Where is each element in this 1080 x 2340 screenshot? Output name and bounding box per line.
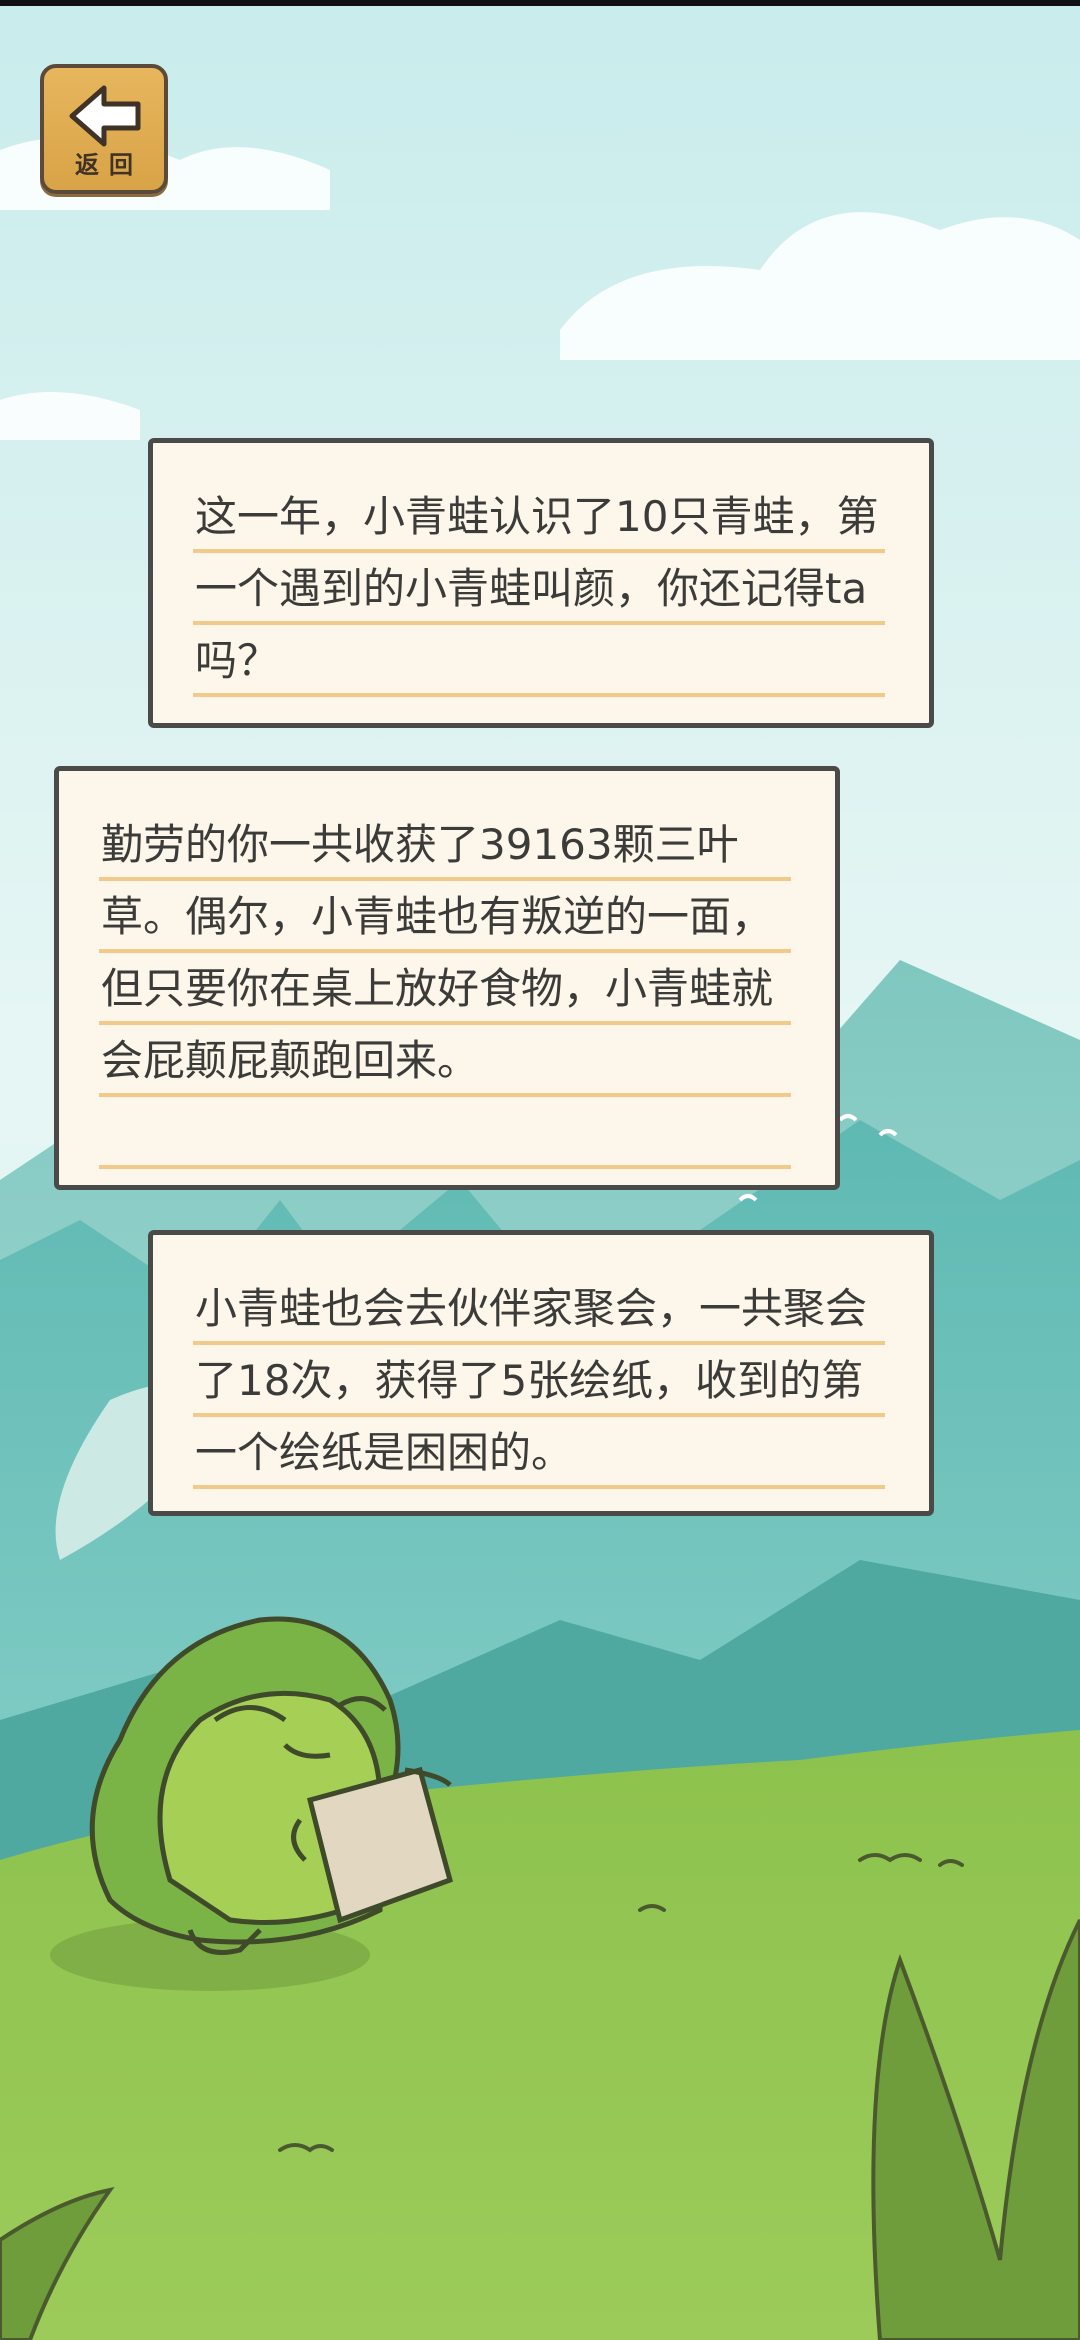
- message-text-2: 勤劳的你一共收获了39163颗三叶草。偶尔，小青蛙也有叛逆的一面，但只要你在桌上…: [101, 820, 774, 1085]
- back-button[interactable]: 返回: [40, 64, 168, 194]
- back-arrow-icon: [69, 85, 141, 147]
- message-bubble-3: 小青蛙也会去伙伴家聚会，一共聚会了18次，获得了5张绘纸，收到的第一个绘纸是困困…: [148, 1230, 934, 1516]
- back-button-label: 返回: [75, 151, 143, 179]
- message-text-3: 小青蛙也会去伙伴家聚会，一共聚会了18次，获得了5张绘纸，收到的第一个绘纸是困困…: [195, 1284, 868, 1477]
- message-bubble-2: 勤劳的你一共收获了39163颗三叶草。偶尔，小青蛙也有叛逆的一面，但只要你在桌上…: [54, 766, 840, 1190]
- message-text-1: 这一年，小青蛙认识了10只青蛙，第一个遇到的小青蛙叫颜，你还记得ta吗？: [195, 492, 879, 685]
- message-bubble-1: 这一年，小青蛙认识了10只青蛙，第一个遇到的小青蛙叫颜，你还记得ta吗？: [148, 438, 934, 728]
- status-bar: [0, 0, 1080, 6]
